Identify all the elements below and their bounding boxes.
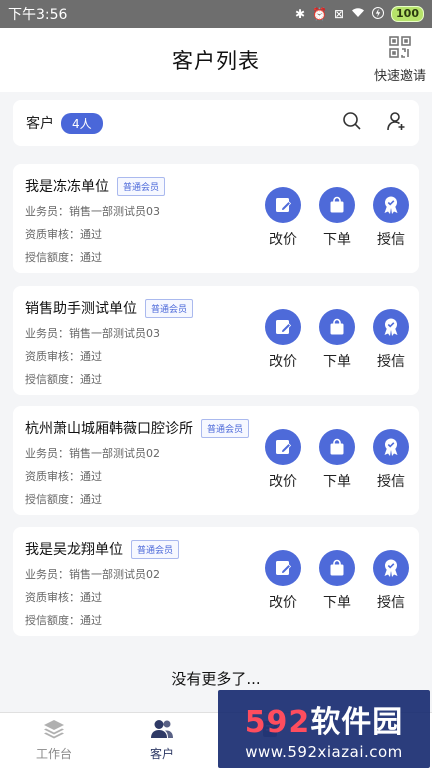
quick-invite-button[interactable]: 快速邀请 <box>374 36 426 84</box>
credit-medal-icon <box>373 550 409 586</box>
watermark-brand-text: 软件园 <box>310 705 404 740</box>
edit-price-icon <box>265 309 301 345</box>
customer-info: 杭州萧山城厢韩薇口腔诊所 普通会员 业务员：销售一部测试员02 资质审核：通过 … <box>25 418 250 507</box>
company-name: 我是冻冻单位 <box>25 179 109 195</box>
status-bar: 下午3:56 ✱ ⏰ ⊠ 100 <box>0 0 432 28</box>
customer-summary-bar: 客户 4人 <box>13 100 419 146</box>
watermark-brand-number: 592 <box>244 705 311 740</box>
quick-invite-label: 快速邀请 <box>373 69 426 84</box>
customer-card[interactable]: 我是冻冻单位 普通会员 业务员：销售一部测试员03 资质审核：通过 授信额度：通… <box>13 164 419 273</box>
shopping-bag-icon <box>319 187 355 223</box>
credit-medal-icon <box>373 309 409 345</box>
bluetooth-icon: ✱ <box>294 7 306 21</box>
watermark-url: www.592xiazai.com <box>245 743 403 761</box>
place-order-button[interactable]: 下单 <box>319 309 355 371</box>
users-icon <box>150 719 174 742</box>
credit-button[interactable]: 授信 <box>373 550 409 612</box>
credit-label: 授信 <box>377 232 405 248</box>
credit-limit-text: 授信额度：通过 <box>25 493 102 506</box>
place-order-button[interactable]: 下单 <box>319 187 355 249</box>
salesperson-text: 业务员：销售一部测试员03 <box>25 327 160 340</box>
place-order-label: 下单 <box>323 232 351 248</box>
customer-card[interactable]: 我是吴龙翔单位 普通会员 业务员：销售一部测试员02 资质审核：通过 授信额度：… <box>13 527 419 636</box>
salesperson-text: 业务员：销售一部测试员02 <box>25 568 160 581</box>
place-order-label: 下单 <box>323 354 351 370</box>
credit-medal-icon <box>373 187 409 223</box>
credit-button[interactable]: 授信 <box>373 187 409 249</box>
credit-label: 授信 <box>377 595 405 611</box>
qualification-text: 资质审核：通过 <box>25 228 102 241</box>
charging-icon <box>372 6 385 22</box>
sim-icon: ⊠ <box>333 7 345 21</box>
page-header: 客户列表 快速邀请 <box>0 28 432 92</box>
tab-workbench-label: 工作台 <box>35 747 72 761</box>
customer-card[interactable]: 销售助手测试单位 普通会员 业务员：销售一部测试员03 资质审核：通过 授信额度… <box>13 286 419 395</box>
credit-medal-icon <box>373 429 409 465</box>
battery-indicator: 100 <box>391 6 424 22</box>
place-order-label: 下单 <box>323 595 351 611</box>
edit-price-label: 改价 <box>269 232 297 248</box>
add-customer-icon[interactable] <box>386 111 406 135</box>
search-icon[interactable] <box>342 111 362 135</box>
member-tag: 普通会员 <box>117 176 166 196</box>
card-actions: 改价 下单 授信 <box>265 550 409 612</box>
customer-card[interactable]: 杭州萧山城厢韩薇口腔诊所 普通会员 业务员：销售一部测试员02 资质审核：通过 … <box>13 406 419 515</box>
salesperson-text: 业务员：销售一部测试员02 <box>25 447 160 460</box>
shopping-bag-icon <box>319 429 355 465</box>
shopping-bag-icon <box>319 550 355 586</box>
salesperson-text: 业务员：销售一部测试员03 <box>25 205 160 218</box>
card-actions: 改价 下单 授信 <box>265 309 409 371</box>
customer-info: 我是冻冻单位 普通会员 业务员：销售一部测试员03 资质审核：通过 授信额度：通… <box>25 176 166 265</box>
credit-button[interactable]: 授信 <box>373 429 409 491</box>
company-name: 我是吴龙翔单位 <box>25 542 123 558</box>
watermark-logo: 592软件园 www.592xiazai.com <box>218 690 430 768</box>
credit-label: 授信 <box>377 474 405 490</box>
member-tag: 普通会员 <box>201 418 250 438</box>
member-tag: 普通会员 <box>131 539 180 559</box>
tab-customers-label: 客户 <box>149 747 174 761</box>
status-time: 下午3:56 <box>8 7 68 23</box>
edit-price-button[interactable]: 改价 <box>265 429 301 491</box>
tab-workbench[interactable]: 工作台 <box>0 713 108 768</box>
place-order-label: 下单 <box>323 474 351 490</box>
customer-info: 销售助手测试单位 普通会员 业务员：销售一部测试员03 资质审核：通过 授信额度… <box>25 298 194 387</box>
edit-price-icon <box>265 550 301 586</box>
credit-limit-text: 授信额度：通过 <box>25 251 102 264</box>
qualification-text: 资质审核：通过 <box>25 591 102 604</box>
wifi-icon <box>351 7 365 21</box>
credit-limit-text: 授信额度：通过 <box>25 614 102 627</box>
member-tag: 普通会员 <box>145 298 194 318</box>
edit-price-label: 改价 <box>269 354 297 370</box>
edit-price-label: 改价 <box>269 595 297 611</box>
edit-price-button[interactable]: 改价 <box>265 550 301 612</box>
customer-count-badge: 4人 <box>61 112 103 134</box>
card-actions: 改价 下单 授信 <box>265 429 409 491</box>
card-actions: 改价 下单 授信 <box>265 187 409 249</box>
edit-price-icon <box>265 187 301 223</box>
qualification-text: 资质审核：通过 <box>25 350 102 363</box>
status-icons: ✱ ⏰ ⊠ 100 <box>295 6 424 22</box>
qualification-text: 资质审核：通过 <box>25 470 102 483</box>
shopping-bag-icon <box>319 309 355 345</box>
alarm-icon: ⏰ <box>312 7 327 21</box>
customer-info: 我是吴龙翔单位 普通会员 业务员：销售一部测试员02 资质审核：通过 授信额度：… <box>25 539 180 628</box>
edit-price-label: 改价 <box>269 474 297 490</box>
summary-actions <box>342 111 406 135</box>
edit-price-button[interactable]: 改价 <box>265 309 301 371</box>
list-end-text: 没有更多了... <box>171 670 261 688</box>
credit-label: 授信 <box>377 354 405 370</box>
edit-price-button[interactable]: 改价 <box>265 187 301 249</box>
customer-label: 客户 <box>26 116 54 132</box>
credit-button[interactable]: 授信 <box>373 309 409 371</box>
page-title: 客户列表 <box>172 49 260 73</box>
company-name: 杭州萧山城厢韩薇口腔诊所 <box>25 421 193 437</box>
company-name: 销售助手测试单位 <box>25 301 137 317</box>
credit-limit-text: 授信额度：通过 <box>25 373 102 386</box>
tab-customers[interactable]: 客户 <box>108 713 216 768</box>
place-order-button[interactable]: 下单 <box>319 429 355 491</box>
qr-code-icon <box>389 36 411 62</box>
edit-price-icon <box>265 429 301 465</box>
place-order-button[interactable]: 下单 <box>319 550 355 612</box>
layers-icon <box>43 719 65 742</box>
